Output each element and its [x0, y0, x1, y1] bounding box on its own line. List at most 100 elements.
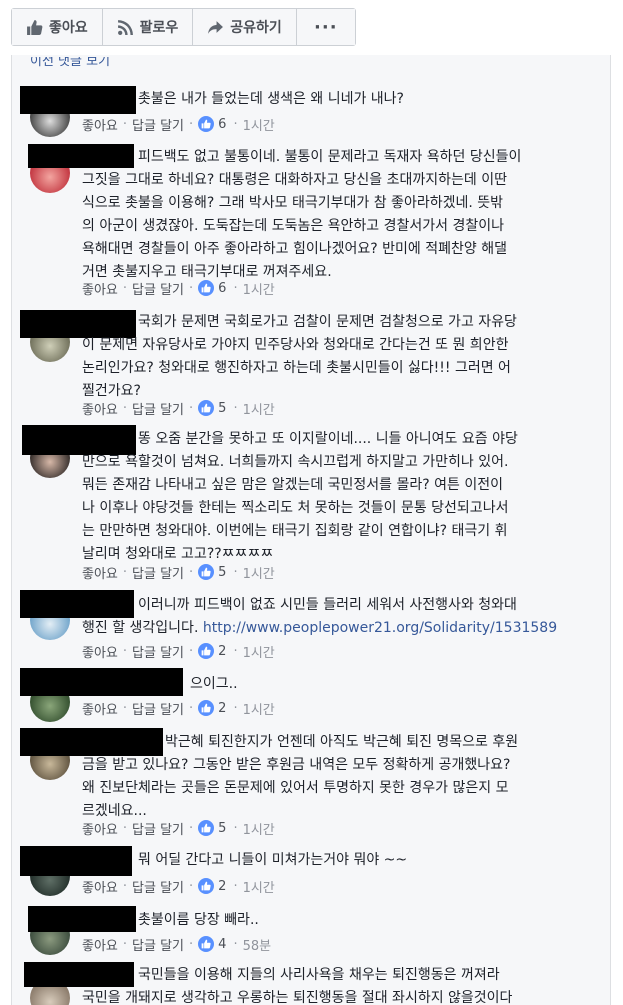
like-count[interactable]: 5 [218, 565, 226, 580]
comment-text: 촛불이름 당장 빼라.. [138, 909, 259, 932]
comment-text-line: 국민들을 이용해 지들의 사리사욕을 채우는 퇴진행동은 꺼져라 [138, 967, 500, 983]
like-button[interactable]: 좋아요 [12, 9, 103, 45]
comment-time[interactable]: 1시간 [243, 642, 275, 661]
redacted-name-block [20, 668, 183, 696]
comment-like-link[interactable]: 좋아요 [82, 642, 118, 661]
comment-text-line: 피드백도 없고 불통이네. 불통이 문제라고 독재자 욕하던 당신들이 [138, 149, 522, 165]
comment-meta: 좋아요 · 답글 달기 · 5 · 1시간 [82, 818, 275, 838]
comment-time[interactable]: 1시간 [243, 563, 275, 582]
like-reaction-icon [198, 116, 215, 132]
comment-like-link[interactable]: 좋아요 [82, 279, 118, 298]
share-button-label: 공유하기 [230, 20, 282, 36]
separator-dot: · [233, 820, 238, 836]
comment-reply-link[interactable]: 답글 달기 [132, 935, 184, 954]
comment-text-line: 식으로 촛불을 이용해? 그래 박사모 태극기부대가 참 좋아라하겠네. 뜻밖 [82, 195, 504, 211]
comment-time[interactable]: 1시간 [243, 399, 275, 418]
comment-text-line: 만으로 욕할것이 넘쳐요. 너희들까지 속시끄럽게 하지말고 가만히나 있어. [82, 454, 509, 470]
rss-icon [117, 19, 133, 35]
like-reaction-icon [198, 564, 215, 580]
comment-time[interactable]: 1시간 [243, 115, 275, 134]
follow-button-label: 팔로우 [139, 20, 179, 36]
comment-text-line: 의 아군이 생겼잖아. 도둑잡는데 도둑놈은 욕안하고 경찰서가서 경찰이나 [82, 218, 504, 234]
comment-time[interactable]: 1시간 [243, 877, 275, 896]
comment-reply-link[interactable]: 답글 달기 [132, 399, 184, 418]
like-count[interactable]: 2 [218, 701, 226, 716]
comment-text-line: 이 문제면 자유당사로 가야지 민주당사와 청와대로 간다는건 또 뭔 희안한 [82, 337, 509, 353]
comment-time[interactable]: 58분 [243, 935, 272, 954]
comment-time[interactable]: 1시간 [243, 279, 275, 298]
comment-reply-link[interactable]: 답글 달기 [132, 877, 184, 896]
like-reaction-icon [198, 936, 215, 952]
comment-text-line: 으이그.. [190, 676, 238, 692]
comment-meta: 좋아요 · 답글 달기 · 4 · 58분 [82, 934, 271, 954]
comment-like-link[interactable]: 좋아요 [82, 819, 118, 838]
comment-meta: 좋아요 · 답글 달기 · 5 · 1시간 [82, 562, 275, 582]
comment-reply-link[interactable]: 답글 달기 [132, 115, 184, 134]
comment-text-line: 국민을 개돼지로 생각하고 우롱하는 퇴진행동을 절대 좌시하지 않을것이다 [82, 990, 513, 1005]
separator-dot: · [233, 564, 238, 580]
comment-text-line: 금을 받고 있나요? 그동안 받은 후원금 내역은 모두 정확하게 공개했나요? [82, 757, 511, 773]
comment-like-link[interactable]: 좋아요 [82, 399, 118, 418]
comment-like-link[interactable]: 좋아요 [82, 699, 118, 718]
comment-time[interactable]: 1시간 [243, 819, 275, 838]
like-count[interactable]: 5 [218, 821, 226, 836]
redacted-name-block [20, 590, 134, 618]
follow-button[interactable]: 팔로우 [102, 9, 194, 45]
comment-reply-link[interactable]: 답글 달기 [132, 819, 184, 838]
comment-text-line: 그짓을 그대로 하네요? 대통령은 대화하자고 당신을 초대까지하는데 이딴 [82, 172, 507, 188]
separator-dot: · [233, 878, 238, 894]
comment-reply-link[interactable]: 답글 달기 [132, 279, 184, 298]
post-action-bar: 좋아요 팔로우 공유하기 ··· [11, 8, 356, 46]
like-reaction-icon [198, 643, 215, 659]
comment-text: 똥 오줌 분간을 못하고 또 이지랄이네.... 니들 아니여도 요즘 야당만으… [82, 428, 518, 566]
comment-like-link[interactable]: 좋아요 [82, 115, 118, 134]
like-count[interactable]: 4 [218, 937, 226, 952]
comment-text-line: 욕해대면 경찰들이 아주 좋아라하고 힘이나겠어요? 반미에 적폐찬양 해댈 [82, 241, 507, 257]
like-count[interactable]: 6 [218, 117, 226, 132]
separator-dot: · [122, 878, 128, 894]
separator-dot: · [122, 643, 128, 659]
like-reaction-icon [198, 820, 215, 836]
like-reaction-icon [198, 280, 215, 296]
comment-time[interactable]: 1시간 [243, 699, 275, 718]
separator-dot: · [189, 820, 194, 836]
separator-dot: · [122, 700, 128, 716]
redacted-name-block [20, 846, 132, 876]
redacted-name-block [28, 144, 134, 168]
more-options-button[interactable]: ··· [296, 9, 355, 45]
share-button[interactable]: 공유하기 [193, 9, 297, 45]
comment-meta: 좋아요 · 답글 달기 · 2 · 1시간 [82, 641, 275, 661]
redacted-name-block [28, 906, 136, 932]
separator-dot: · [233, 643, 238, 659]
comment-like-link[interactable]: 좋아요 [82, 563, 118, 582]
like-count[interactable]: 6 [218, 281, 226, 296]
separator-dot: · [122, 116, 128, 132]
like-reaction-icon [198, 400, 215, 416]
comment-reply-link[interactable]: 답글 달기 [132, 699, 184, 718]
comment-text-line: 촛불은 내가 들었는데 생색은 왜 니네가 내나? [138, 91, 404, 107]
separator-dot: · [233, 116, 238, 132]
comment-text-line: 이러니까 피드백이 없죠 시민들 들러리 세워서 사전행사와 청와대 [138, 597, 517, 613]
comment-like-link[interactable]: 좋아요 [82, 877, 118, 896]
comment-text: 국회가 문제면 국회로가고 검찰이 문제면 검찰청으로 가고 자유당 이 문제면 … [82, 311, 517, 403]
view-previous-comments-link[interactable]: 이전 댓글 보기 [30, 57, 110, 71]
comment-meta: 좋아요 · 답글 달기 · 5 · 1시간 [82, 398, 275, 418]
like-reaction-icon [198, 878, 215, 894]
share-arrow-icon [208, 20, 224, 34]
comment-reply-link[interactable]: 답글 달기 [132, 563, 184, 582]
separator-dot: · [122, 820, 128, 836]
comment-reply-link[interactable]: 답글 달기 [132, 642, 184, 661]
comment-meta: 좋아요 · 답글 달기 · 2 · 1시간 [82, 698, 275, 718]
like-count[interactable]: 2 [218, 644, 226, 659]
comment-text-line: 똥 오줌 분간을 못하고 또 이지랄이네.... 니들 아니여도 요즘 야당 [138, 431, 518, 447]
redacted-name-block [24, 962, 134, 987]
like-count[interactable]: 5 [218, 401, 226, 416]
separator-dot: · [189, 280, 194, 296]
comment-link[interactable]: http://www.peoplepower21.org/Solidarity/… [203, 620, 557, 636]
comment-like-link[interactable]: 좋아요 [82, 935, 118, 954]
like-count[interactable]: 2 [218, 879, 226, 894]
comment-text-line: 행진 할 생각입니다. http://www.peoplepower21.org… [82, 620, 558, 636]
comment-text-line: 박근혜 퇴진한지가 언젠데 아직도 박근혜 퇴진 명목으로 후원 [165, 734, 519, 750]
redacted-name-block [20, 728, 163, 756]
comment-meta: 좋아요 · 답글 달기 · 6 · 1시간 [82, 114, 275, 134]
